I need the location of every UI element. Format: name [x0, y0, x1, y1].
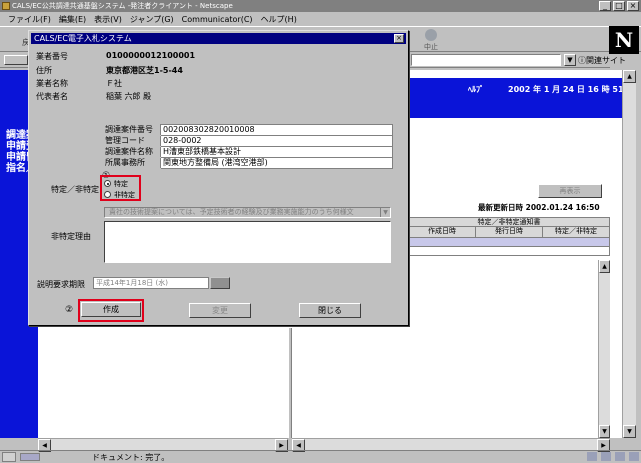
- dialog-title-text: CALS/EC電子入札システム: [34, 34, 132, 43]
- radio-specific[interactable]: [104, 180, 111, 187]
- page-vertical-scrollbar[interactable]: ▲ ▼: [622, 70, 636, 438]
- netscape-logo: N: [609, 26, 639, 54]
- deadline-field[interactable]: 平成14年1月18日 (水): [93, 277, 209, 289]
- calendar-button[interactable]: [210, 277, 230, 289]
- navigator-icon[interactable]: [587, 452, 597, 461]
- step-2-marker: ②: [65, 305, 74, 315]
- table-row[interactable]: [408, 247, 610, 256]
- table-row: 所属事務所 関東地方整備局 (港湾空港部): [102, 157, 393, 169]
- scroll-up-icon[interactable]: ▲: [599, 260, 610, 273]
- location-field[interactable]: [411, 54, 561, 66]
- vendor-number-label: 業者番号: [36, 52, 68, 61]
- case-details-table: 調達案件番号 002008302820010008 管理コード 028-0002…: [102, 124, 393, 169]
- notice-table-header-row: 作成日時 発行日時 特定／非特定: [408, 227, 610, 238]
- table-row: 管理コード 028-0002: [102, 135, 393, 147]
- location-dropdown-icon[interactable]: ▼: [564, 54, 576, 66]
- radio-non-specific-label: 非特定: [114, 191, 135, 199]
- chevron-down-icon: ▼: [380, 208, 390, 217]
- left-horizontal-scrollbar[interactable]: ◀ ▶: [38, 438, 288, 452]
- status-message: ドキュメント: 完了。: [92, 453, 170, 462]
- related-sites-button[interactable]: ⓘ関連サイト: [578, 55, 626, 66]
- scroll-down-icon[interactable]: ▼: [623, 425, 636, 438]
- stop-button[interactable]: 中止: [414, 29, 448, 52]
- discussion-icon[interactable]: [615, 452, 625, 461]
- create-button[interactable]: 作成: [81, 302, 141, 317]
- column-issued: 発行日時: [475, 227, 542, 237]
- minimize-icon[interactable]: _: [599, 1, 611, 11]
- case-number: 002008302820010008: [160, 124, 393, 136]
- address-label: 住所: [36, 66, 52, 75]
- deadline-label: 説明要求期限: [37, 280, 85, 289]
- menu-bar: ファイル(F) 編集(E) 表示(V) ジャンプ(G) Communicator…: [0, 12, 641, 26]
- office-label: 所属事務所: [102, 157, 161, 169]
- menu-file[interactable]: ファイル(F): [4, 14, 55, 25]
- current-datetime: 2002 年 1 月 24 日 16 時 51 分: [508, 85, 635, 94]
- menu-edit[interactable]: 編集(E): [55, 14, 90, 25]
- representative: 稲葉 六郎 殿: [106, 92, 152, 101]
- status-bar: ドキュメント: 完了。: [0, 450, 641, 463]
- bid-system-dialog: CALS/EC電子入札システム × 業者番号 0100000012100001 …: [28, 30, 409, 326]
- change-button[interactable]: 変更: [189, 303, 251, 318]
- notice-table: 特定／非特定通知書 作成日時 発行日時 特定／非特定: [408, 217, 610, 256]
- management-code: 028-0002: [160, 135, 393, 147]
- progress-indicator: [20, 453, 40, 461]
- table-vertical-scrollbar[interactable]: ▲ ▼: [598, 260, 610, 438]
- maximize-icon[interactable]: □: [613, 1, 625, 11]
- bookmark-tab[interactable]: [4, 55, 28, 65]
- table-row: 調達案件名称 H漕東部鉄橋基本設計: [102, 146, 393, 158]
- last-updated: 最新更新日時 2002.01.24 16:50: [478, 203, 600, 212]
- dialog-title: CALS/EC電子入札システム ×: [31, 33, 406, 44]
- office: 関東地方整備局 (港湾空港部): [160, 157, 393, 169]
- security-lock-icon[interactable]: [2, 452, 16, 462]
- representative-label: 代表者名: [36, 92, 68, 101]
- vendor-name: Ｆ社: [106, 79, 122, 88]
- radio-non-specific[interactable]: [104, 191, 111, 198]
- case-name: H漕東部鉄橋基本設計: [160, 146, 393, 158]
- close-window-icon[interactable]: ×: [627, 1, 639, 11]
- vendor-name-label: 業者名称: [36, 79, 68, 88]
- case-number-label: 調達案件番号: [102, 124, 161, 136]
- reason-select-value: 貴社の技術提案については、予定技術者の経験及び業務実施能力のうち何様文: [109, 208, 354, 216]
- app-icon: [2, 2, 10, 10]
- help-link[interactable]: ﾍﾙﾌﾟ: [468, 84, 484, 95]
- reason-textarea[interactable]: [104, 221, 391, 263]
- address: 東京都港区芝1-5-44: [106, 66, 183, 75]
- specific-label: 特定／非特定: [51, 185, 99, 194]
- menu-go[interactable]: ジャンプ(G): [126, 14, 178, 25]
- column-created: 作成日時: [428, 227, 456, 235]
- related-sites-label: 関連サイト: [586, 56, 626, 65]
- mail-icon[interactable]: [601, 452, 611, 461]
- table-row[interactable]: [408, 238, 610, 247]
- column-type: 特定／非特定: [542, 227, 609, 237]
- right-horizontal-scrollbar[interactable]: ◀ ▶: [292, 438, 610, 452]
- case-name-label: 調達案件名称: [102, 146, 161, 158]
- refresh-button[interactable]: 再表示: [538, 184, 602, 198]
- menu-communicator[interactable]: Communicator(C): [178, 15, 257, 24]
- browser-title: CALS/EC公共調達共通基盤システム -発注者クライアント - Netscap…: [12, 2, 233, 10]
- stop-label: 中止: [424, 43, 438, 51]
- stop-icon: [425, 29, 437, 41]
- management-code-label: 管理コード: [102, 135, 161, 147]
- vendor-number: 0100000012100001: [106, 51, 196, 60]
- reason-label: 非特定理由: [51, 232, 91, 241]
- reason-select[interactable]: 貴社の技術提案については、予定技術者の経験及び業務実施能力のうち何様文 ▼: [104, 207, 391, 218]
- table-row: 調達案件番号 002008302820010008: [102, 124, 393, 136]
- window-controls: _ □ ×: [599, 1, 639, 11]
- menu-view[interactable]: 表示(V): [90, 14, 126, 25]
- notice-table-group-header: 特定／非特定通知書: [408, 217, 610, 227]
- menu-help[interactable]: ヘルプ(H): [257, 14, 301, 25]
- browser-title-bar: CALS/EC公共調達共通基盤システム -発注者クライアント - Netscap…: [0, 0, 641, 12]
- radio-specific-label: 特定: [114, 180, 128, 188]
- scroll-up-icon[interactable]: ▲: [623, 70, 636, 83]
- frame-splitter[interactable]: [288, 328, 292, 438]
- close-button[interactable]: 閉じる: [299, 303, 361, 318]
- component-bar: [587, 452, 639, 461]
- scroll-down-icon[interactable]: ▼: [599, 425, 610, 438]
- composer-icon[interactable]: [629, 452, 639, 461]
- close-icon[interactable]: ×: [394, 34, 404, 43]
